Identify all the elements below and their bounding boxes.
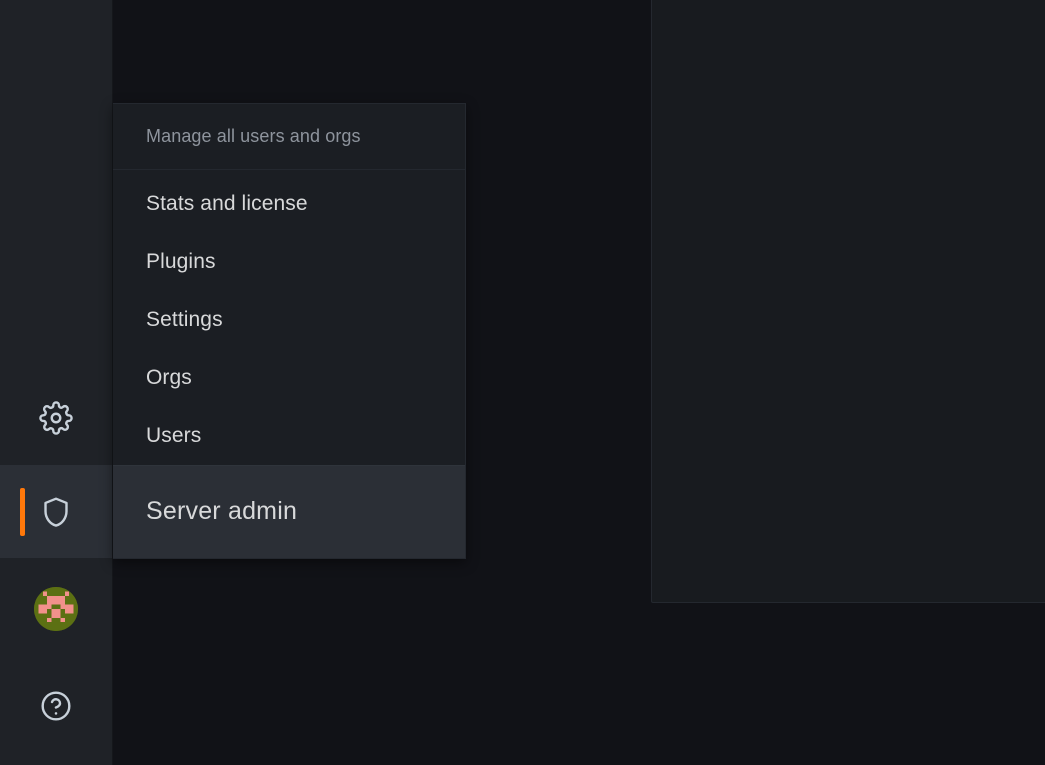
menu-item-users[interactable]: Users xyxy=(113,407,465,465)
menu-item-stats-and-license[interactable]: Stats and license xyxy=(113,175,465,233)
flyout-section-header: Manage all users and orgs xyxy=(113,104,465,170)
sidebar-item-server-admin[interactable] xyxy=(0,465,112,558)
menu-item-orgs[interactable]: Orgs xyxy=(113,349,465,407)
shield-icon xyxy=(39,495,73,529)
sidebar-item-configuration[interactable] xyxy=(0,371,112,464)
gear-icon xyxy=(39,400,73,435)
grafana-app-window: Manage all users and orgs Stats and lice… xyxy=(0,0,1045,765)
flyout-item-list: Stats and license Plugins Settings Orgs … xyxy=(113,170,465,465)
sidebar-nav-rail xyxy=(0,0,113,765)
sidebar-item-help[interactable] xyxy=(0,659,112,752)
help-circle-icon xyxy=(39,689,73,723)
server-admin-flyout-menu: Manage all users and orgs Stats and lice… xyxy=(113,103,466,559)
dashboard-panel[interactable] xyxy=(651,0,1045,603)
menu-item-settings[interactable]: Settings xyxy=(113,291,465,349)
menu-item-server-admin[interactable]: Server admin xyxy=(113,464,465,558)
menu-item-plugins[interactable]: Plugins xyxy=(113,233,465,291)
active-indicator-bar xyxy=(20,487,25,536)
sidebar-item-user-profile[interactable] xyxy=(0,562,112,655)
avatar-icon xyxy=(34,586,78,631)
